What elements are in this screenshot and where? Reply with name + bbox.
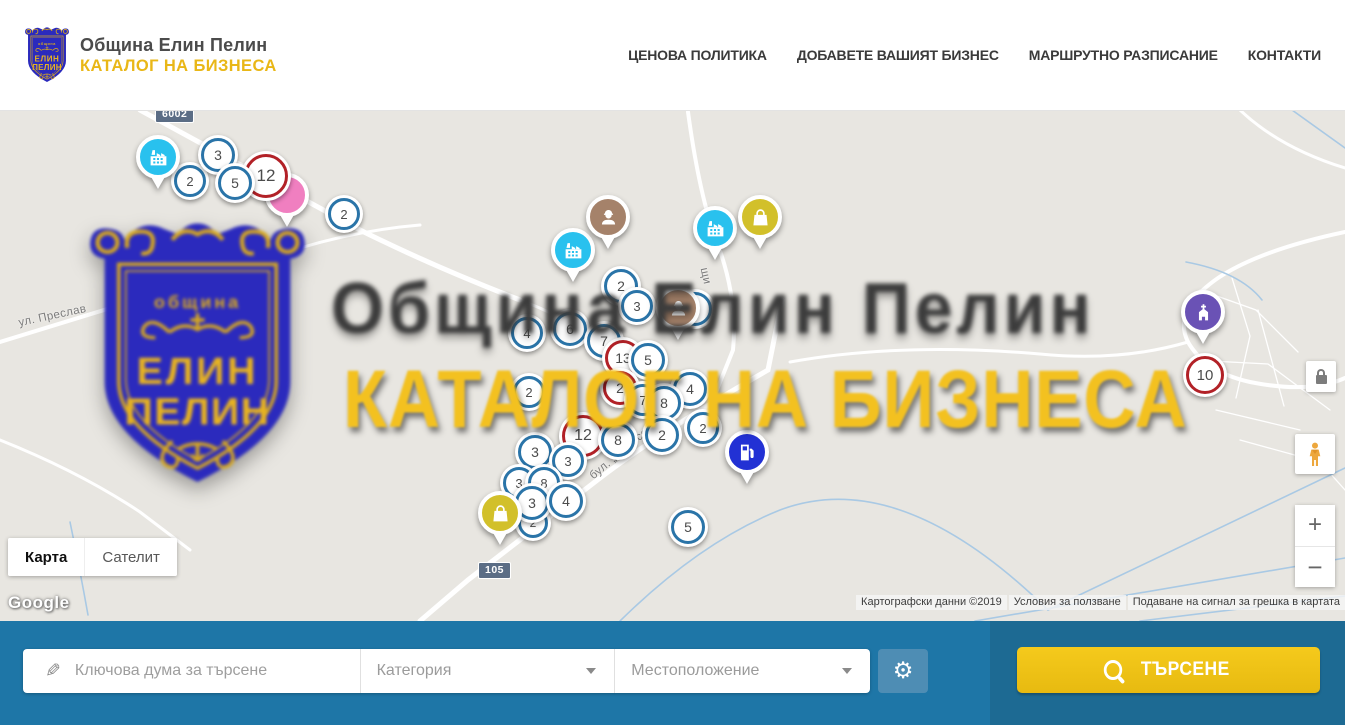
gear-icon: ⚙ [893, 660, 914, 683]
keyword-search-input[interactable] [73, 661, 307, 681]
brand-link[interactable]: Община Елин Пелин КАТАЛОГ НА БИЗНЕСА [24, 26, 277, 84]
search-button[interactable]: ТЪРСЕНЕ [1017, 647, 1320, 693]
zoom-out-button[interactable]: − [1295, 546, 1335, 588]
nav-contacts[interactable]: КОНТАКТИ [1248, 47, 1321, 63]
pin-head [693, 206, 737, 250]
attribution-copyright: Картографски данни ©2019 [856, 595, 1007, 610]
cluster-marker[interactable]: 4 [546, 481, 586, 521]
search-button-label: ТЪРСЕНЕ [1141, 659, 1230, 681]
pin-head [478, 491, 522, 535]
lock-icon [1316, 375, 1327, 384]
factory-pin-marker[interactable] [693, 206, 737, 262]
worker-icon [598, 207, 619, 228]
map-attribution: Картографски данни ©2019 Условия за полз… [856, 595, 1345, 610]
map-type-map-button[interactable]: Карта [8, 538, 84, 576]
nav-route-schedule[interactable]: МАРШРУТНО РАЗПИСАНИЕ [1029, 47, 1218, 63]
worker-pin-marker[interactable] [586, 195, 630, 251]
category-select-label: Категория [377, 662, 452, 680]
bag-icon [750, 207, 771, 228]
zoom-control: + − [1295, 505, 1335, 587]
chevron-down-icon [842, 668, 852, 674]
location-select-label: Местоположение [631, 662, 759, 680]
cluster-count: 2 [186, 174, 193, 189]
pencil-icon: ✎ [45, 660, 61, 682]
map-type-control: Карта Сателит [8, 538, 177, 576]
search-form: ✎ Категория Местоположение [23, 649, 870, 693]
search-icon [1104, 660, 1122, 680]
pin-head [586, 195, 630, 239]
cluster-count: 5 [684, 519, 692, 535]
street-view-pegman-button[interactable] [1295, 434, 1335, 474]
site-header: Община Елин Пелин КАТАЛОГ НА БИЗНЕСА ЦЕН… [0, 0, 1345, 111]
cluster-marker[interactable]: 2 [325, 195, 363, 233]
cluster-count: 10 [1197, 367, 1214, 384]
cluster-marker[interactable]: 5 [668, 507, 708, 547]
municipality-crest-logo [24, 26, 70, 84]
site-subtitle: КАТАЛОГ НА БИЗНЕСА [80, 57, 277, 75]
attribution-report-link[interactable]: Подаване на сигнал за грешка в картата [1133, 596, 1340, 608]
pin-head [136, 135, 180, 179]
nav-add-business[interactable]: ДОБАВЕТЕ ВАШИЯТ БИЗНЕС [797, 47, 999, 63]
cluster-count: 3 [214, 147, 222, 163]
map-canvas[interactable]: ул. Преславбул. „Новоселци“щи6002105 212… [0, 110, 1345, 621]
church-pin-marker[interactable] [1181, 290, 1225, 346]
watermark-crest-logo [85, 218, 310, 490]
zoom-in-button[interactable]: + [1295, 505, 1335, 546]
category-select[interactable]: Категория [361, 649, 615, 693]
pin-head [1181, 290, 1225, 334]
cluster-count: 4 [562, 493, 570, 509]
factory-pin-marker[interactable] [136, 135, 180, 191]
watermark-title: Община Елин Пелин [331, 268, 1095, 350]
location-select[interactable]: Местоположение [615, 649, 870, 693]
advanced-settings-button[interactable]: ⚙ [878, 649, 928, 693]
cluster-count: 3 [564, 454, 571, 469]
bag-pin-marker[interactable] [478, 491, 522, 547]
map-type-satellite-button[interactable]: Сателит [84, 538, 177, 576]
watermark-subtitle: КАТАЛОГ НА БИЗНЕСА [343, 353, 1188, 447]
bag-icon [490, 503, 511, 524]
cluster-marker[interactable]: 10 [1183, 353, 1227, 397]
search-bar: ✎ Категория Местоположение ⚙ ТЪРСЕНЕ [0, 621, 1345, 725]
cluster-count: 5 [231, 175, 239, 191]
pin-head [738, 195, 782, 239]
chevron-down-icon [586, 668, 596, 674]
cluster-marker[interactable]: 5 [215, 163, 255, 203]
nav-pricing-policy[interactable]: ЦЕНОВА ПОЛИТИКА [628, 47, 767, 63]
attribution-terms-link[interactable]: Условия за ползване [1014, 596, 1121, 608]
cluster-count: 2 [340, 207, 347, 222]
factory-icon [563, 240, 584, 261]
google-logo[interactable]: Google [8, 593, 70, 613]
pegman-icon [1303, 441, 1327, 467]
map-lock-button[interactable] [1306, 361, 1336, 392]
cluster-count: 12 [257, 166, 276, 186]
church-icon [1193, 302, 1214, 323]
bag-pin-marker[interactable] [738, 195, 782, 251]
site-title: Община Елин Пелин [80, 35, 277, 55]
main-nav: ЦЕНОВА ПОЛИТИКА ДОБАВЕТЕ ВАШИЯТ БИЗНЕС М… [628, 47, 1321, 63]
factory-icon [148, 147, 169, 168]
factory-icon [705, 218, 726, 239]
cluster-count: 3 [528, 495, 536, 511]
